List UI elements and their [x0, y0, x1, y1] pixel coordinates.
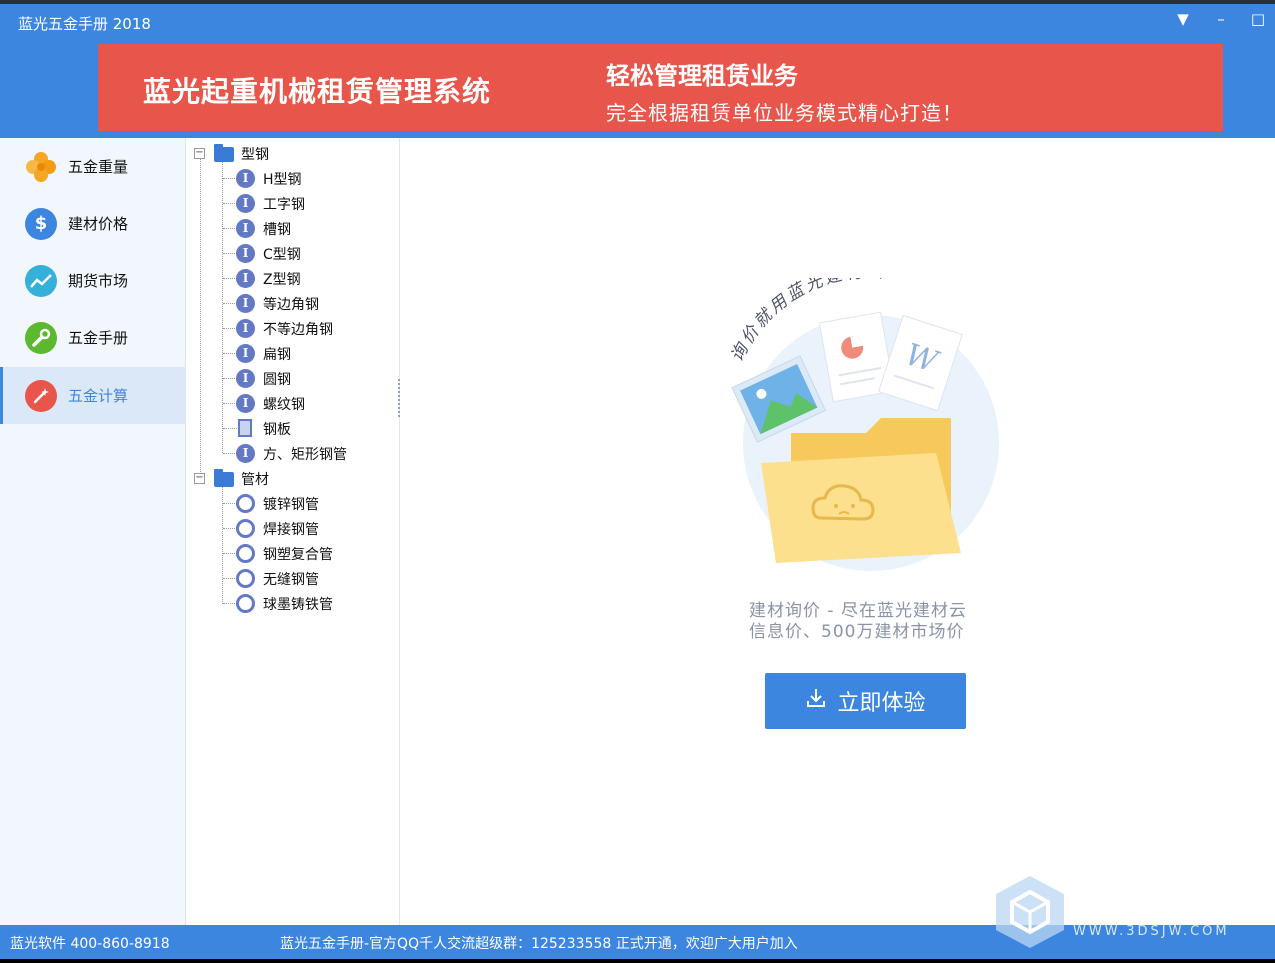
tree-item[interactable]: 方、矩形钢管: [263, 444, 347, 464]
app-title: 蓝光五金手册 2018: [18, 15, 151, 33]
collapse-toggle[interactable]: −: [194, 473, 205, 484]
steel-icon: I: [236, 444, 255, 463]
wrench-icon: [25, 321, 57, 354]
tree-item[interactable]: 螺纹钢: [263, 394, 305, 414]
title-bar: 蓝光五金手册 2018 ▼ – □ 蓝光起重机械租赁管理系统 轻松管理租赁业务 …: [0, 4, 1275, 138]
watermark-text: WWW.3DSJW.COM: [1073, 924, 1230, 939]
tree-item[interactable]: 球墨铸铁管: [263, 594, 333, 614]
ad-banner[interactable]: 蓝光起重机械租赁管理系统 轻松管理租赁业务 完全根据租赁单位业务模式精心打造！: [98, 44, 1223, 131]
banner-main-title: 蓝光起重机械租赁管理系统: [143, 75, 492, 108]
pipe-icon: [236, 519, 255, 538]
status-notice[interactable]: 蓝光五金手册-官方QQ千人交流超级群：125233558 正式开通，欢迎广大用户…: [280, 933, 798, 953]
tree-item[interactable]: 焊接钢管: [263, 519, 319, 539]
banner-subtitle: 完全根据租赁单位业务模式精心打造！: [606, 101, 963, 125]
folder-icon: [214, 469, 234, 487]
tree-item[interactable]: Z型钢: [263, 269, 301, 289]
steel-icon: I: [236, 394, 255, 413]
maximize-button[interactable]: □: [1247, 10, 1269, 30]
tree-item[interactable]: 工字钢: [263, 194, 305, 214]
main-content: 询价就用蓝光建材云~ W: [401, 138, 1275, 925]
try-now-label: 立即体验: [837, 691, 926, 716]
app-window: 蓝光五金手册 2018 ▼ – □ 蓝光起重机械租赁管理系统 轻松管理租赁业务 …: [0, 4, 1275, 959]
sidebar-item-label: 五金计算: [68, 387, 129, 405]
tree-item[interactable]: C型钢: [263, 244, 301, 264]
category-tree: − 型钢 I H型钢 I 工字钢 I 槽钢 I C型钢 I Z型钢 I 等边角钢…: [187, 138, 400, 925]
banner-heading: 轻松管理租赁业务: [606, 62, 798, 90]
sidebar-item-manual[interactable]: 五金手册: [0, 309, 186, 366]
tree-item[interactable]: 钢板: [263, 419, 291, 439]
tree-item[interactable]: H型钢: [263, 169, 302, 189]
sidebar-item-label: 期货市场: [68, 272, 129, 290]
steel-icon: I: [236, 319, 255, 338]
steel-icon: I: [236, 269, 255, 288]
tree-item[interactable]: 镀锌钢管: [263, 494, 319, 514]
tree-connector: [200, 158, 201, 474]
steel-plate-icon: [238, 419, 252, 437]
tree-item[interactable]: 扁钢: [263, 344, 291, 364]
tree-item[interactable]: 不等边角钢: [263, 319, 333, 339]
tree-group-pipes[interactable]: 管材: [241, 469, 269, 489]
minimize-button[interactable]: –: [1210, 10, 1232, 30]
watermark-cube-icon: [996, 876, 1064, 948]
pipe-icon: [236, 594, 255, 613]
tree-item[interactable]: 槽钢: [263, 219, 291, 239]
pipe-icon: [236, 544, 255, 563]
try-now-button[interactable]: 立即体验: [765, 673, 966, 729]
steel-icon: I: [236, 169, 255, 188]
sidebar-item-label: 建材价格: [68, 215, 129, 233]
download-icon: [805, 687, 827, 715]
promo-line-2: 信息价、500万建材市场价: [749, 622, 965, 642]
tree-item[interactable]: 等边角钢: [263, 294, 319, 314]
steel-icon: I: [236, 369, 255, 388]
magic-wand-icon: [25, 379, 57, 412]
sidebar-item-prices[interactable]: $ 建材价格: [0, 195, 186, 252]
steel-icon: I: [236, 344, 255, 363]
steel-icon: I: [236, 219, 255, 238]
sidebar: 五金重量 $ 建材价格 期货市场 五金手册 五金计算: [0, 138, 186, 925]
menu-dropdown-button[interactable]: ▼: [1172, 10, 1194, 30]
steel-icon: I: [236, 194, 255, 213]
pipe-icon: [236, 569, 255, 588]
pipe-icon: [236, 494, 255, 513]
folder-illustration: 询价就用蓝光建材云~ W: [727, 278, 999, 571]
folder-icon: [214, 144, 234, 162]
trend-icon: [25, 264, 57, 297]
tree-group-steel[interactable]: 型钢: [241, 144, 269, 164]
steel-icon: I: [236, 244, 255, 263]
status-phone: 蓝光软件 400-860-8918: [10, 936, 170, 952]
collapse-toggle[interactable]: −: [194, 148, 205, 159]
sidebar-item-calculator[interactable]: 五金计算: [0, 367, 186, 424]
tree-item[interactable]: 无缝钢管: [263, 569, 319, 589]
sidebar-item-label: 五金重量: [68, 158, 129, 176]
clover-icon: [25, 151, 57, 183]
sidebar-item-label: 五金手册: [68, 329, 129, 347]
tree-item[interactable]: 钢塑复合管: [263, 544, 333, 564]
dollar-icon: $: [25, 207, 57, 240]
sidebar-item-weight[interactable]: 五金重量: [0, 138, 186, 195]
tree-item[interactable]: 圆钢: [263, 369, 291, 389]
sidebar-item-futures[interactable]: 期货市场: [0, 252, 186, 309]
steel-icon: I: [236, 294, 255, 313]
